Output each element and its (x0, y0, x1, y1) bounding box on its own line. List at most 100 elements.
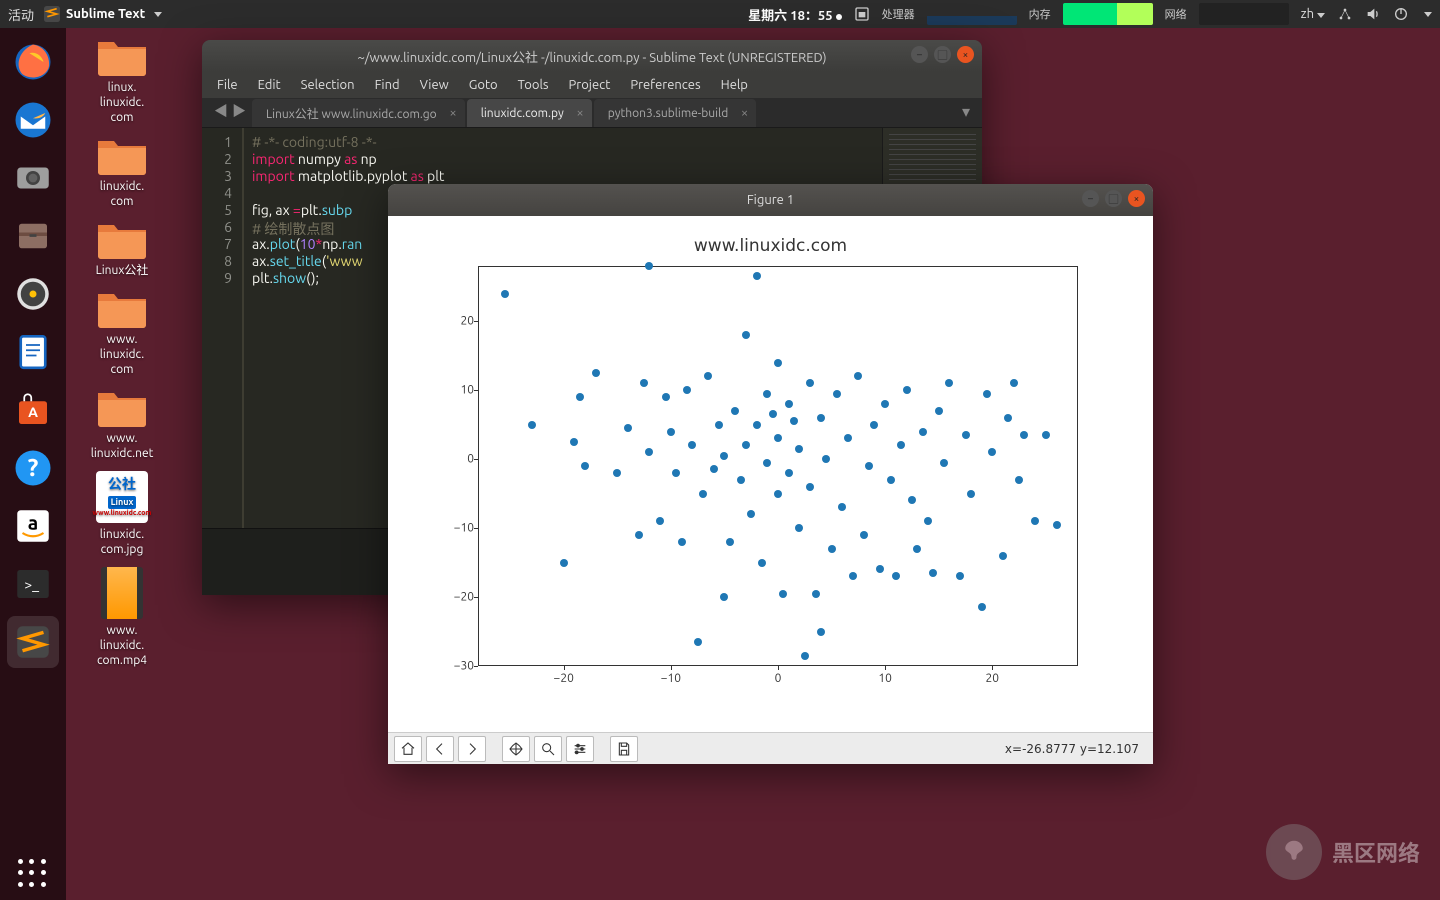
tab-overflow[interactable]: ▾ (950, 102, 982, 127)
scatter-point (1015, 476, 1023, 484)
close-button[interactable]: × (957, 46, 974, 63)
net-label: 网络 (1165, 6, 1187, 22)
maximize-button[interactable]: ▢ (934, 46, 951, 63)
forward-button[interactable] (458, 736, 486, 762)
scatter-point (774, 434, 782, 442)
figure-title-text: Figure 1 (747, 193, 794, 207)
scatter-point (592, 369, 600, 377)
save-button[interactable] (610, 736, 638, 762)
editor-tab[interactable]: python3.sublime-build× (594, 99, 756, 127)
y-tick-label: 20 (438, 315, 474, 328)
dock-thunderbird[interactable] (7, 94, 59, 146)
sublime-titlebar[interactable]: ~/www.linuxidc.com/Linux公社 -/linuxidc.co… (202, 40, 982, 72)
dock-terminal[interactable]: >_ (7, 558, 59, 610)
desktop-icon[interactable]: linux.linuxidc.com (72, 36, 172, 125)
y-tick-label: 0 (438, 453, 474, 466)
scatter-point (501, 290, 509, 298)
scatter-point (753, 272, 761, 280)
scatter-point (892, 572, 900, 580)
scatter-point (945, 379, 953, 387)
scatter-point (812, 590, 820, 598)
scatter-point (683, 386, 691, 394)
scatter-point (678, 538, 686, 546)
tab-history-fwd[interactable]: ▶ (232, 101, 246, 121)
scatter-point (1042, 431, 1050, 439)
scatter-point (560, 559, 568, 567)
scatter-point (806, 483, 814, 491)
plot-canvas[interactable]: www.linuxidc.com −30−20−1001020−20−10010… (388, 216, 1153, 732)
input-lang[interactable]: zh (1301, 7, 1325, 21)
dock-software[interactable]: A (7, 384, 59, 436)
menu-view[interactable]: View (411, 75, 458, 95)
scatter-point (833, 390, 841, 398)
maximize-button[interactable]: ▢ (1105, 190, 1122, 207)
menu-tools[interactable]: Tools (509, 75, 558, 95)
zoom-button[interactable] (534, 736, 562, 762)
scatter-point (688, 441, 696, 449)
desktop-icon[interactable]: Linux公社 (72, 219, 172, 278)
scatter-point (849, 572, 857, 580)
scatter-point (662, 393, 670, 401)
dock-firefox[interactable] (7, 36, 59, 88)
dock-writer[interactable] (7, 326, 59, 378)
scatter-point (854, 372, 862, 380)
active-app-menu[interactable]: Sublime Text (44, 6, 162, 22)
menu-edit[interactable]: Edit (249, 75, 290, 95)
dock-rhythmbox[interactable] (7, 268, 59, 320)
sublime-tabrow: ◀▶ Linux公社 www.linuxidc.com.go×linuxidc.… (202, 98, 982, 128)
sublime-menubar: FileEditSelectionFindViewGotoToolsProjec… (202, 72, 982, 98)
network-icon[interactable] (1337, 6, 1353, 22)
scatter-point (913, 545, 921, 553)
menu-help[interactable]: Help (712, 75, 757, 95)
dock-camera[interactable] (7, 152, 59, 204)
dock-files[interactable] (7, 210, 59, 262)
back-button[interactable] (426, 736, 454, 762)
editor-tab[interactable]: Linux公社 www.linuxidc.com.go× (252, 99, 465, 127)
svg-text:?: ? (28, 453, 39, 481)
mpl-toolbar: x=-26.8777 y=12.107 (388, 732, 1153, 764)
screenshot-icon[interactable] (854, 6, 870, 22)
dock-show-apps[interactable] (7, 848, 59, 900)
scatter-point (817, 414, 825, 422)
desktop-icon[interactable]: linuxidc.com (72, 135, 172, 209)
dock-sublime[interactable] (7, 616, 59, 668)
tab-close-icon[interactable]: × (449, 106, 456, 120)
scatter-point (865, 462, 873, 470)
app-name-label: Sublime Text (66, 7, 145, 21)
close-button[interactable]: × (1128, 190, 1145, 207)
clock[interactable]: 星期六 18：55 (748, 5, 841, 24)
scatter-point (790, 417, 798, 425)
power-icon[interactable] (1393, 6, 1409, 22)
tab-close-icon[interactable]: × (576, 106, 583, 120)
minimize-button[interactable]: – (911, 46, 928, 63)
scatter-point (613, 469, 621, 477)
scatter-point (967, 490, 975, 498)
desktop-icon[interactable]: www.linuxidc.com.mp4 (72, 567, 172, 668)
dock-help[interactable]: ? (7, 442, 59, 494)
desktop-icon[interactable]: www.linuxidc.com (72, 288, 172, 377)
ubuntu-dock: A ? a >_ (0, 28, 66, 900)
x-tick-label: 10 (878, 672, 892, 685)
tab-close-icon[interactable]: × (741, 106, 748, 120)
scatter-point (881, 400, 889, 408)
home-button[interactable] (394, 736, 422, 762)
menu-find[interactable]: Find (366, 75, 409, 95)
scatter-point (870, 421, 878, 429)
editor-tab[interactable]: linuxidc.com.py× (467, 99, 592, 127)
tab-history-back[interactable]: ◀ (214, 101, 228, 121)
pan-button[interactable] (502, 736, 530, 762)
menu-selection[interactable]: Selection (292, 75, 364, 95)
minimize-button[interactable]: – (1082, 190, 1099, 207)
menu-project[interactable]: Project (560, 75, 620, 95)
configure-button[interactable] (566, 736, 594, 762)
menu-file[interactable]: File (208, 75, 247, 95)
menu-preferences[interactable]: Preferences (621, 75, 709, 95)
desktop-icon[interactable]: 公社Linuxwww.linuxidc.comlinuxidc.com.jpg (72, 471, 172, 557)
volume-icon[interactable] (1365, 6, 1381, 22)
scatter-point (753, 421, 761, 429)
figure-titlebar[interactable]: Figure 1 – ▢ × (388, 184, 1153, 216)
menu-goto[interactable]: Goto (460, 75, 507, 95)
dock-amazon[interactable]: a (7, 500, 59, 552)
desktop-icon[interactable]: www.linuxidc.net (72, 387, 172, 461)
activities-button[interactable]: 活动 (8, 5, 34, 24)
